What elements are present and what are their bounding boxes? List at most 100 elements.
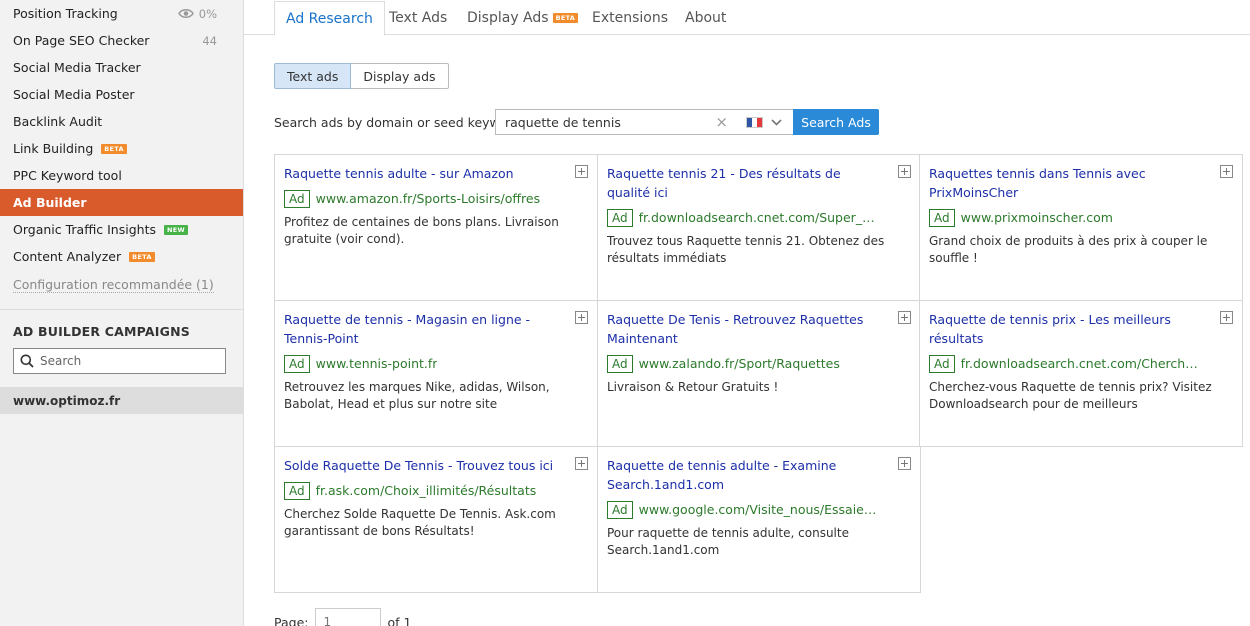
sidebar-item-label: Social Media Tracker: [13, 60, 141, 75]
ad-url: www.prixmoinscher.com: [960, 210, 1113, 225]
add-ad-icon[interactable]: [898, 165, 911, 178]
ad-tag: Ad: [284, 189, 310, 208]
sidebar-item-content-analyzer[interactable]: Content Analyzer BETA: [0, 243, 243, 270]
sidebar-item-ppc-keyword-tool[interactable]: PPC Keyword tool: [0, 162, 243, 189]
sidebar-item-ad-builder[interactable]: Ad Builder: [0, 189, 243, 216]
ad-card: Raquette de tennis - Magasin en ligne -T…: [274, 300, 598, 447]
page-input[interactable]: [315, 608, 382, 626]
add-ad-icon[interactable]: [898, 311, 911, 324]
sidebar-item-label: On Page SEO Checker: [13, 33, 150, 48]
beta-badge: BETA: [552, 13, 579, 23]
ads-grid: Raquette tennis adulte - sur Amazon Ad ww…: [274, 154, 1243, 593]
ad-title[interactable]: Raquette tennis 21 - Des résultats de qu…: [607, 164, 910, 202]
ad-title[interactable]: Solde Raquette De Tennis - Trouvez tous …: [284, 456, 587, 475]
add-ad-icon[interactable]: [575, 165, 588, 178]
ad-url: fr.downloadsearch.cnet.com/Super_résult…: [638, 210, 879, 225]
ad-tag: Ad: [929, 208, 955, 227]
sidebar-item-label: Position Tracking: [13, 6, 118, 21]
ad-title[interactable]: Raquette de tennis - Magasin en ligne -T…: [284, 310, 587, 348]
ad-title[interactable]: Raquettes tennis dans Tennis avec PrixMo…: [929, 164, 1232, 202]
tab-label: Ad Research: [286, 10, 373, 27]
tab-label: Text Ads: [389, 10, 448, 26]
sidebar-item-label: Social Media Poster: [13, 87, 135, 102]
ad-card: Raquette de tennis adulte - Examine Sear…: [597, 446, 921, 593]
add-ad-icon[interactable]: [575, 457, 588, 470]
sidebar-item-label: Link Building: [13, 141, 94, 156]
ad-title[interactable]: Raquette de tennis adulte - Examine Sear…: [607, 456, 910, 494]
ad-title[interactable]: Raquette De Tenis - Retrouvez Raquettes …: [607, 310, 910, 348]
ad-description: Trouvez tous Raquette tennis 21. Obtenez…: [607, 234, 885, 265]
configuration-link[interactable]: Configuration recommandée (1): [0, 270, 243, 300]
sidebar-divider: [0, 309, 243, 310]
text-ads-toggle[interactable]: Text ads: [274, 63, 352, 89]
page-label: Page:: [274, 614, 309, 626]
ad-description: Livraison & Retour Gratuits !: [607, 380, 779, 394]
ad-tag: Ad: [607, 208, 633, 227]
display-ads-toggle[interactable]: Display ads: [351, 63, 449, 89]
campaigns-heading: AD BUILDER CAMPAIGNS: [13, 324, 190, 339]
tab-ad-research[interactable]: Ad Research: [274, 1, 385, 36]
sidebar-item-social-media-tracker[interactable]: Social Media Tracker: [0, 54, 243, 81]
beta-badge: BETA: [101, 143, 127, 154]
chevron-down-icon: [771, 118, 782, 126]
sidebar-item-label: PPC Keyword tool: [13, 168, 122, 183]
campaign-search[interactable]: [13, 348, 226, 374]
ad-tag: Ad: [607, 354, 633, 373]
search-ads-button[interactable]: Search Ads: [793, 109, 879, 135]
tab-display-ads[interactable]: Display Ads BETA: [467, 1, 579, 35]
search-icon: [20, 354, 34, 368]
ad-url: www.tennis-point.fr: [315, 356, 438, 371]
sidebar-item-organic-traffic-insights[interactable]: Organic Traffic Insights NEW: [0, 216, 243, 243]
keyword-field[interactable]: ×: [495, 109, 737, 135]
sidebar-item-label: Ad Builder: [13, 195, 87, 210]
tab-extensions[interactable]: Extensions: [592, 1, 668, 35]
sidebar-item-position-tracking[interactable]: Position Tracking 0%: [0, 0, 243, 27]
eye-icon: [177, 9, 194, 18]
ad-title[interactable]: Raquette de tennis prix - Les meilleurs …: [929, 310, 1232, 348]
add-ad-icon[interactable]: [1220, 311, 1233, 324]
beta-badge: BETA: [129, 251, 155, 262]
add-ad-icon[interactable]: [898, 457, 911, 470]
ad-description: Pour raquette de tennis adulte, consulte…: [607, 526, 849, 557]
ad-url: www.amazon.fr/Sports-Loisirs/offres: [315, 191, 541, 206]
ad-title[interactable]: Raquette tennis adulte - sur Amazon: [284, 164, 587, 183]
sidebar-item-on-page-seo-checker[interactable]: On Page SEO Checker 44: [0, 27, 243, 54]
clear-icon[interactable]: ×: [715, 114, 728, 130]
campaign-search-input[interactable]: [40, 354, 220, 368]
ad-tag: Ad: [284, 354, 310, 373]
tab-text-ads[interactable]: Text Ads: [389, 1, 447, 35]
sidebar-item-label: Organic Traffic Insights: [13, 222, 156, 237]
ad-tag: Ad: [929, 354, 955, 373]
ad-card: Raquette De Tenis - Retrouvez Raquettes …: [597, 300, 921, 447]
sidebar-item-link-building[interactable]: Link Building BETA: [0, 135, 243, 162]
new-badge: NEW: [164, 224, 188, 235]
page-total: of 1: [387, 614, 412, 626]
ad-url: www.zalando.fr/Sport/Raquettes: [638, 356, 840, 371]
ad-description: Profitez de centaines de bons plans. Liv…: [284, 215, 559, 246]
tab-bar: Ad Research Text Ads Display Ads BETA Ex…: [244, 0, 1250, 36]
configuration-link-label: Configuration recommandée (1): [13, 277, 214, 293]
sidebar-item-backlink-audit[interactable]: Backlink Audit: [0, 108, 243, 135]
seo-checker-count: 44: [202, 33, 217, 48]
ad-card: Raquettes tennis dans Tennis avec PrixMo…: [919, 154, 1243, 301]
tab-label: About: [685, 10, 727, 26]
country-select[interactable]: [736, 109, 794, 135]
sidebar-item-label: Backlink Audit: [13, 114, 103, 129]
position-tracking-percent: 0%: [198, 6, 217, 21]
ad-url: fr.ask.com/Choix_illimités/Résultats: [315, 483, 537, 498]
add-ad-icon[interactable]: [1220, 165, 1233, 178]
ad-card: Raquette de tennis prix - Les meilleurs …: [919, 300, 1243, 447]
tab-about[interactable]: About: [685, 1, 726, 35]
keyword-input[interactable]: [505, 114, 710, 130]
ad-type-toggle: Text ads Display ads: [274, 63, 449, 89]
add-ad-icon[interactable]: [575, 311, 588, 324]
tab-label: Extensions: [592, 10, 669, 26]
ad-card: Raquette tennis adulte - sur Amazon Ad ww…: [274, 154, 598, 301]
ad-card: Solde Raquette De Tennis - Trouvez tous …: [274, 446, 598, 593]
campaign-domain-label: www.optimoz.fr: [13, 393, 121, 408]
ad-description: Cherchez Solde Raquette De Tennis. Ask.c…: [284, 507, 556, 538]
campaign-domain-item[interactable]: www.optimoz.fr: [0, 387, 243, 414]
france-flag-icon: [746, 116, 763, 128]
sidebar-item-social-media-poster[interactable]: Social Media Poster: [0, 81, 243, 108]
sidebar-item-label: Content Analyzer: [13, 249, 122, 264]
